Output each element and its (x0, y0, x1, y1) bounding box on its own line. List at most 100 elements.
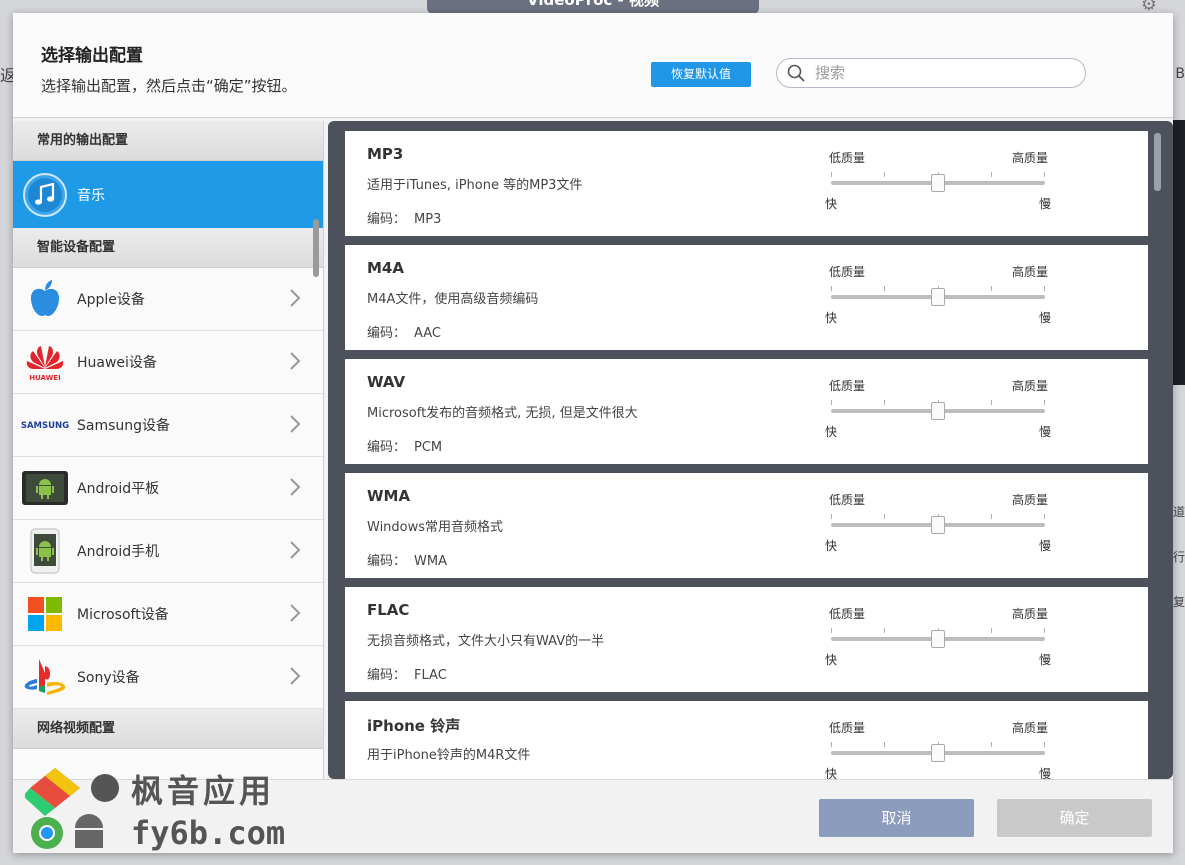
quality-slider-thumb[interactable] (931, 402, 945, 420)
format-codec: 编码： AAC (367, 326, 442, 341)
speed-fast-label: 快 (825, 197, 838, 211)
slider-tick (991, 172, 992, 177)
speed-fast-label: 快 (825, 653, 838, 667)
format-card-list: MP3 适用于iTunes, iPhone 等的MP3文件 编码： MP3 低质量… (345, 131, 1148, 779)
slider-tick (1044, 514, 1045, 519)
slider-tick (991, 628, 992, 633)
chevron-right-icon (290, 604, 301, 622)
format-description: 适用于iTunes, iPhone 等的MP3文件 (367, 178, 583, 193)
quality-low-label: 低质量 (829, 151, 866, 165)
slider-tick (1044, 172, 1045, 177)
sidebar-item-label: 音乐 (77, 187, 105, 204)
output-profile-dialog: 选择输出配置 选择输出配置，然后点击“确定”按钮。 恢复默认值 常用的输出配置 (13, 13, 1173, 853)
sidebar-item-label: Android平板 (77, 481, 160, 497)
quality-slider[interactable] (831, 286, 1045, 306)
slider-tick (884, 628, 885, 633)
quality-slider-thumb[interactable] (931, 630, 945, 648)
slider-tick (884, 400, 885, 405)
speed-slow-label: 慢 (1039, 767, 1052, 779)
quality-low-label: 低质量 (829, 493, 866, 507)
sidebar-item-label: Android手机 (77, 544, 160, 560)
chevron-right-icon (290, 352, 301, 370)
quality-slider[interactable] (831, 628, 1045, 648)
background-right-text: B (1175, 66, 1185, 82)
format-card[interactable]: WAV Microsoft发布的音频格式, 无损, 但是文件很大 编码： PCM … (345, 359, 1148, 464)
quality-low-label: 低质量 (829, 265, 866, 279)
sidebar-item-microsoft[interactable]: Microsoft设备 (13, 583, 323, 646)
quality-high-label: 高质量 (1012, 607, 1049, 621)
format-codec: 编码： MP3 (367, 212, 442, 227)
microsoft-icon (13, 583, 77, 646)
background-window-title: VideoProc - 视频 (427, 0, 759, 14)
ok-button[interactable]: 确定 (997, 799, 1152, 837)
slider-tick (831, 628, 832, 633)
music-note-icon (13, 163, 77, 226)
slider-tick (1044, 286, 1045, 291)
sidebar-scrollbar[interactable] (313, 219, 319, 277)
sidebar-item-apple[interactable]: Apple设备 (13, 268, 323, 331)
quality-slider-thumb[interactable] (931, 744, 945, 762)
quality-slider[interactable] (831, 172, 1045, 192)
quality-low-label: 低质量 (829, 721, 866, 735)
quality-high-label: 高质量 (1012, 151, 1049, 165)
format-card[interactable]: FLAC 无损音频格式，文件大小只有WAV的一半 编码： FLAC 低质量 高质量… (345, 587, 1148, 692)
format-name: M4A (367, 259, 404, 277)
slider-tick (884, 286, 885, 291)
quality-slider[interactable] (831, 742, 1045, 762)
profile-category-sidebar: 常用的输出配置 音乐 智能设备配置 Apple设备 HUAWEI Huawei设… (13, 121, 324, 791)
background-right-labels: 道 行 复 (1173, 505, 1185, 609)
quality-slider-thumb[interactable] (931, 516, 945, 534)
speed-slow-label: 慢 (1039, 653, 1052, 667)
watermark-url: fy6b.com (131, 814, 286, 852)
slider-tick (831, 172, 832, 177)
slider-tick (991, 514, 992, 519)
format-name: MP3 (367, 145, 404, 163)
quality-high-label: 高质量 (1012, 379, 1049, 393)
sidebar-item-label: Apple设备 (77, 292, 145, 308)
quality-slider[interactable] (831, 514, 1045, 534)
speed-fast-label: 快 (825, 425, 838, 439)
format-card[interactable]: M4A M4A文件，使用高级音频编码 编码： AAC 低质量 高质量 快 慢 (345, 245, 1148, 350)
chevron-right-icon (290, 667, 301, 685)
sidebar-item-sony[interactable]: Sony设备 (13, 646, 323, 709)
search-input[interactable] (815, 62, 1075, 84)
sidebar-item-android-phone[interactable]: Android手机 (13, 520, 323, 583)
speed-slow-label: 慢 (1039, 197, 1052, 211)
format-list-scrollbar[interactable] (1154, 133, 1161, 191)
section-common-profiles: 常用的输出配置 (13, 121, 323, 161)
slider-tick (831, 400, 832, 405)
format-codec: 编码： WMA (367, 554, 447, 569)
slider-tick (884, 514, 885, 519)
search-icon (787, 64, 805, 82)
svg-text:HUAWEI: HUAWEI (29, 374, 61, 382)
sidebar-item-music[interactable]: 音乐 (13, 161, 323, 228)
section-smart-devices: 智能设备配置 (13, 228, 323, 268)
search-box[interactable] (776, 58, 1086, 88)
quality-low-label: 低质量 (829, 607, 866, 621)
watermark-logo-icon (23, 768, 119, 849)
format-description: Microsoft发布的音频格式, 无损, 但是文件很大 (367, 406, 638, 421)
dialog-header: 选择输出配置 选择输出配置，然后点击“确定”按钮。 恢复默认值 (13, 13, 1173, 118)
reset-defaults-button[interactable]: 恢复默认值 (651, 62, 751, 87)
huawei-icon: HUAWEI (13, 331, 77, 394)
speed-slow-label: 慢 (1039, 311, 1052, 325)
sidebar-item-huawei[interactable]: HUAWEI Huawei设备 (13, 331, 323, 394)
format-card[interactable]: WMA Windows常用音频格式 编码： WMA 低质量 高质量 快 慢 (345, 473, 1148, 578)
format-list-panel: MP3 适用于iTunes, iPhone 等的MP3文件 编码： MP3 低质量… (328, 121, 1173, 779)
slider-tick (991, 400, 992, 405)
slider-tick (884, 172, 885, 177)
quality-slider[interactable] (831, 400, 1045, 420)
slider-tick (1044, 628, 1045, 633)
quality-high-label: 高质量 (1012, 265, 1049, 279)
cancel-button[interactable]: 取消 (819, 799, 974, 837)
speed-fast-label: 快 (825, 539, 838, 553)
format-card[interactable]: iPhone 铃声 用于iPhone铃声的M4R文件 低质量 高质量 快 慢 (345, 701, 1148, 779)
chevron-right-icon (290, 541, 301, 559)
format-card[interactable]: MP3 适用于iTunes, iPhone 等的MP3文件 编码： MP3 低质量… (345, 131, 1148, 236)
dialog-subtitle: 选择输出配置，然后点击“确定”按钮。 (41, 77, 297, 95)
quality-slider-thumb[interactable] (931, 174, 945, 192)
quality-slider-thumb[interactable] (931, 288, 945, 306)
sidebar-item-android-tablet[interactable]: Android平板 (13, 457, 323, 520)
sidebar-item-samsung[interactable]: SAMSUNG Samsung设备 (13, 394, 323, 457)
playstation-icon (13, 646, 77, 709)
